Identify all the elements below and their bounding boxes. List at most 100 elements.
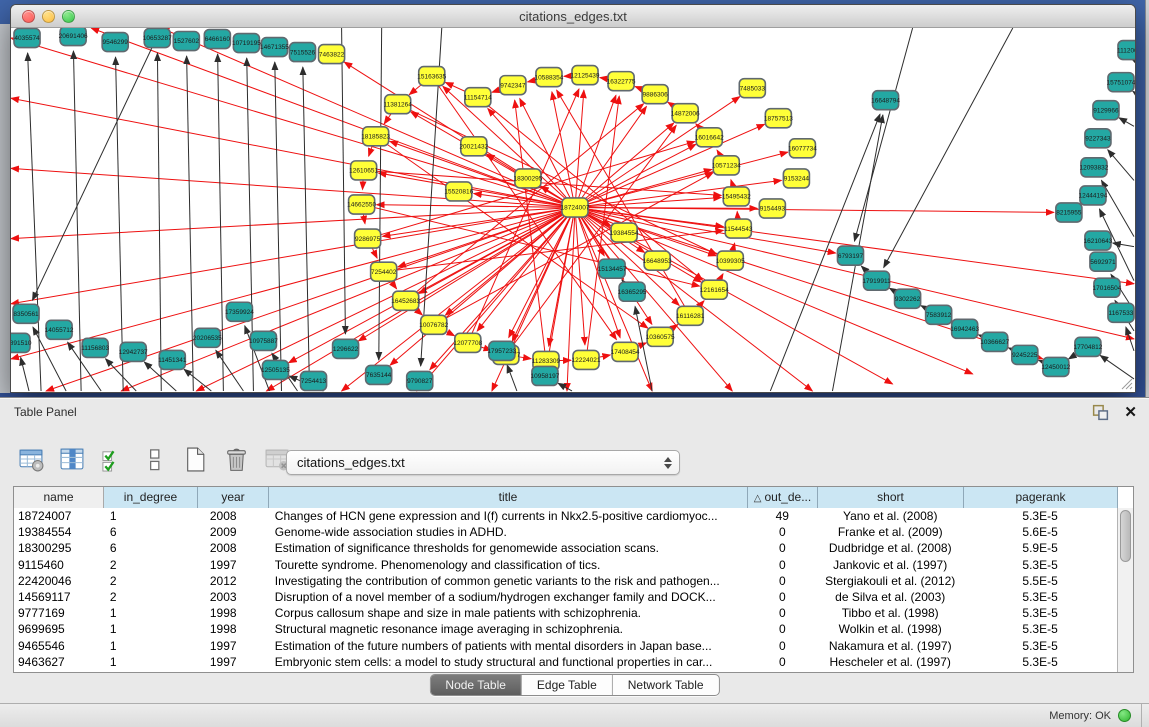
graph-node[interactable]: 20206535: [193, 328, 222, 347]
vertical-scrollbar[interactable]: [1117, 508, 1133, 672]
col-header-year[interactable]: year: [198, 487, 269, 508]
graph-node[interactable]: 17919911: [862, 271, 891, 290]
graph-node[interactable]: 16942463: [950, 319, 979, 338]
graph-node[interactable]: 9245225: [1012, 345, 1038, 364]
graph-node[interactable]: 11451341: [158, 350, 187, 369]
table-row[interactable]: 1456911722003Disruption of a novel membe…: [14, 589, 1117, 605]
tab-edge-table[interactable]: Edge Table: [521, 675, 612, 695]
graph-node[interactable]: 9790827: [407, 371, 433, 390]
graph-node[interactable]: 16016642: [695, 128, 724, 147]
table-row[interactable]: 2242004622012Investigating the contribut…: [14, 573, 1117, 589]
graph-node[interactable]: 10958197: [530, 366, 559, 385]
graph-node[interactable]: 20691406: [59, 28, 88, 46]
graph-node[interactable]: 5692971: [1090, 252, 1116, 271]
graph-node[interactable]: 14055712: [45, 320, 74, 339]
graph-node[interactable]: 12224021: [572, 350, 601, 369]
graph-node[interactable]: 12161654: [700, 280, 729, 299]
graph-node[interactable]: 1167533: [1108, 303, 1134, 322]
table-row[interactable]: 977716911998Corpus callosum shape and si…: [14, 605, 1117, 621]
graph-node[interactable]: 9227343: [1085, 129, 1111, 148]
graph-node[interactable]: 10588354: [535, 68, 564, 87]
col-header-title[interactable]: title: [269, 487, 748, 508]
table-row[interactable]: 1872400712008Changes of HCN gene express…: [14, 508, 1117, 524]
graph-node[interactable]: 11120061: [1117, 41, 1135, 60]
graph-node[interactable]: 16452683: [391, 291, 420, 310]
graph-node[interactable]: 9153244: [783, 169, 809, 188]
graph-node[interactable]: 10366627: [980, 332, 1009, 351]
graph-node[interactable]: 18300295: [513, 169, 542, 188]
graph-node[interactable]: 15134457: [598, 259, 627, 278]
table-row[interactable]: 969969511998Structural magnetic resonanc…: [14, 621, 1117, 637]
graph-node[interactable]: 12942737: [119, 342, 148, 361]
graph-node[interactable]: 8215955: [1056, 203, 1082, 222]
graph-node[interactable]: 12125439: [571, 66, 600, 85]
graph-node[interactable]: 14872006: [671, 104, 700, 123]
resize-grip-icon[interactable]: [1120, 377, 1133, 390]
scrollbar-thumb[interactable]: [1120, 510, 1131, 562]
graph-node[interactable]: 8350561: [13, 304, 39, 323]
table-row[interactable]: 1938455462009Genome-wide association stu…: [14, 524, 1117, 540]
graph-node[interactable]: 12610651: [349, 161, 378, 180]
table-row[interactable]: 946554611997Estimation of the future num…: [14, 638, 1117, 654]
graph-node[interactable]: 16077734: [788, 139, 817, 158]
graph-node[interactable]: 12505135: [261, 360, 290, 379]
graph-node[interactable]: 18757513: [764, 109, 793, 128]
graph-node[interactable]: 15520816: [444, 182, 473, 201]
create-column-icon[interactable]: [180, 444, 210, 474]
float-panel-icon[interactable]: [1091, 403, 1110, 422]
graph-node[interactable]: 4035574: [14, 29, 40, 48]
table-row[interactable]: 911546021997Tourette syndrome. Phenomeno…: [14, 557, 1117, 573]
graph-node[interactable]: 12093832: [1079, 158, 1108, 177]
graph-node[interactable]: 9742347: [500, 76, 526, 95]
graph-node[interactable]: 11381264: [383, 95, 412, 114]
graph-node[interactable]: 11154714: [464, 88, 492, 107]
graph-node[interactable]: 7635144: [366, 365, 392, 384]
graph-node[interactable]: 16365295: [618, 282, 647, 301]
graph-node[interactable]: 11544543: [724, 219, 753, 238]
graph-node[interactable]: 14671355: [260, 38, 289, 57]
tab-network-table[interactable]: Network Table: [612, 675, 719, 695]
graph-node[interactable]: 7583912: [926, 305, 952, 324]
show-columns-icon[interactable]: [57, 444, 87, 474]
graph-node[interactable]: 10975887: [249, 331, 278, 350]
graph-node[interactable]: 1527602: [173, 32, 199, 51]
graph-node[interactable]: 9886306: [642, 85, 668, 104]
graph-node[interactable]: 15751074: [1107, 73, 1135, 92]
col-header-short[interactable]: short: [818, 487, 964, 508]
memory-status-icon[interactable]: [1118, 709, 1131, 722]
delete-column-icon[interactable]: [221, 444, 251, 474]
graph-node[interactable]: 16210643: [1083, 231, 1112, 250]
graph-node[interactable]: 19384554: [610, 223, 639, 242]
graph-node[interactable]: 14662550: [347, 195, 376, 214]
graph-node[interactable]: 6793197: [837, 246, 863, 265]
graph-node[interactable]: 18724007: [561, 198, 590, 217]
col-header-name[interactable]: name: [14, 487, 104, 508]
graph-node[interactable]: 16648794: [871, 91, 900, 110]
graph-node[interactable]: 16648953: [643, 251, 672, 270]
graph-node[interactable]: 17359924: [225, 302, 254, 321]
window-titlebar[interactable]: citations_edges.txt: [11, 5, 1135, 28]
col-header-out_de[interactable]: △out_de...: [748, 487, 818, 508]
table-row[interactable]: 1830029562008Estimation of significance …: [14, 540, 1117, 556]
graph-node[interactable]: 17957233: [487, 341, 516, 360]
graph-node[interactable]: 20021432: [459, 137, 488, 156]
graph-node[interactable]: 7254413: [301, 371, 327, 390]
network-canvas[interactable]: 1872400740355742069140695462991065328715…: [11, 28, 1135, 392]
select-columns-icon[interactable]: [98, 444, 128, 474]
graph-node[interactable]: 7515526: [289, 43, 315, 62]
graph-node[interactable]: 7254402: [371, 262, 397, 281]
graph-node[interactable]: 12444194: [1078, 186, 1107, 205]
graph-node[interactable]: 17704812: [1073, 337, 1102, 356]
graph-node[interactable]: 10719195: [232, 34, 261, 53]
graph-node[interactable]: 17408454: [611, 342, 640, 361]
graph-node[interactable]: 16116281: [676, 306, 705, 325]
row-height-icon[interactable]: [139, 444, 169, 474]
graph-node[interactable]: 9154493: [759, 199, 785, 218]
graph-node[interactable]: 10399305: [716, 251, 745, 270]
graph-node[interactable]: 16322775: [607, 72, 636, 91]
graph-node[interactable]: 12077708: [453, 333, 482, 352]
graph-node[interactable]: 15163635: [417, 67, 446, 86]
table-mode-icon[interactable]: [16, 444, 46, 474]
graph-node[interactable]: 10571234: [712, 156, 741, 175]
col-header-pagerank[interactable]: pagerank: [964, 487, 1118, 508]
